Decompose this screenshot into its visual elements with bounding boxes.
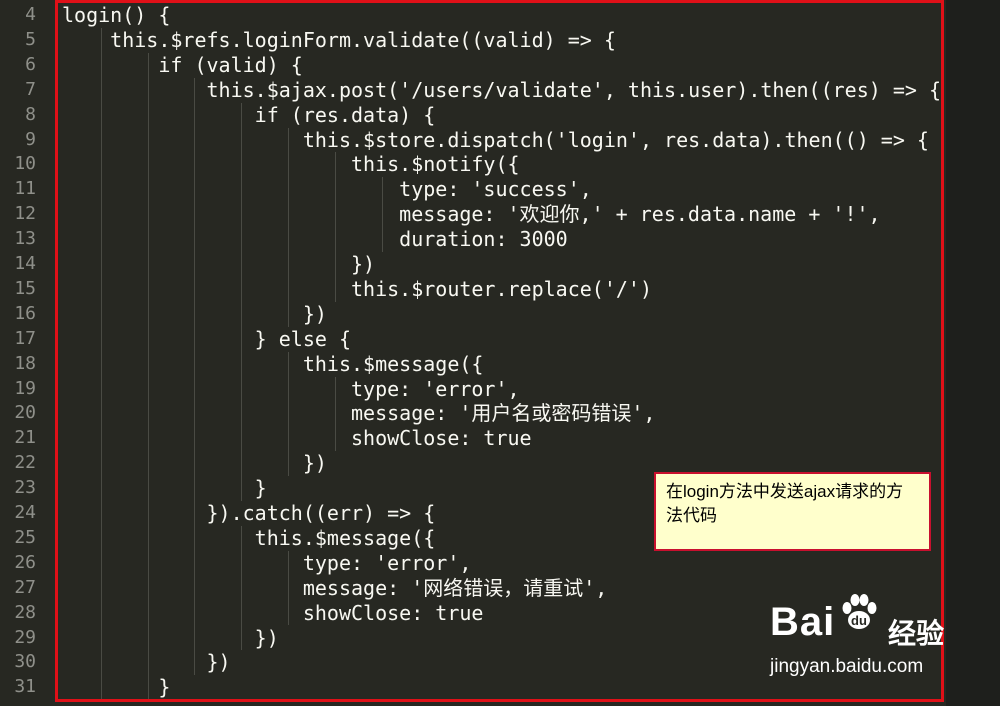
line-number: 5: [25, 28, 36, 50]
line-number: 30: [14, 651, 36, 673]
line-number: 9: [25, 128, 36, 150]
line-number: 25: [14, 526, 36, 548]
baidu-paw-icon: du: [842, 594, 877, 629]
line-number: 27: [14, 576, 36, 598]
code-line[interactable]: if (valid) {: [62, 53, 303, 78]
line-number: 31: [14, 676, 36, 698]
code-line[interactable]: this.$refs.loginForm.validate((valid) =>…: [62, 28, 616, 53]
code-line[interactable]: this.$message({: [62, 352, 484, 377]
line-number: 16: [14, 302, 36, 324]
code-line[interactable]: }).catch((err) => {: [62, 501, 435, 526]
line-number: 24: [14, 502, 36, 523]
line-number: 6: [25, 53, 36, 75]
line-number: 18: [14, 352, 36, 374]
line-number: 26: [14, 551, 36, 573]
code-line[interactable]: message: '网络错误，请重试',: [62, 576, 608, 601]
code-line[interactable]: }: [62, 675, 170, 700]
line-number: 4: [25, 4, 36, 25]
code-line[interactable]: this.$notify({: [62, 152, 520, 177]
code-line[interactable]: type: 'success',: [62, 177, 592, 202]
line-number: 20: [14, 402, 36, 424]
line-number: 28: [14, 601, 36, 623]
code-line[interactable]: message: '用户名或密码错误',: [62, 401, 656, 426]
code-line[interactable]: }): [62, 650, 230, 675]
code-line[interactable]: this.$store.dispatch('login', res.data).…: [62, 128, 929, 153]
code-line[interactable]: this.$ajax.post('/users/validate', this.…: [62, 78, 941, 103]
code-line[interactable]: showClose: true: [62, 601, 484, 626]
line-number: 17: [14, 327, 36, 349]
line-number: 19: [14, 377, 36, 399]
line-number: 22: [14, 452, 36, 474]
line-number: 13: [14, 228, 36, 250]
code-line[interactable]: message: '欢迎你,' + res.data.name + '!',: [62, 202, 880, 227]
code-line[interactable]: }: [62, 476, 267, 501]
code-line[interactable]: login() {: [62, 3, 170, 28]
code-line[interactable]: }): [62, 626, 279, 651]
annotation-text: 在login方法中发送ajax请求的方法代码: [666, 482, 904, 525]
code-line[interactable]: }): [62, 451, 327, 476]
watermark-url: jingyan.baidu.com: [770, 656, 924, 677]
code-line[interactable]: type: 'error',: [62, 551, 472, 576]
svg-text:du: du: [851, 613, 867, 628]
code-line[interactable]: duration: 3000: [62, 227, 568, 252]
line-number: 29: [14, 626, 36, 648]
line-number: 21: [14, 427, 36, 449]
line-number: 7: [25, 78, 36, 100]
editor-scroll-strip[interactable]: [946, 0, 1000, 706]
annotation-callout: 在login方法中发送ajax请求的方法代码: [654, 472, 931, 551]
code-line[interactable]: this.$router.replace('/'): [62, 277, 652, 302]
code-line[interactable]: this.$message({: [62, 526, 436, 551]
code-line[interactable]: if (res.data) {: [62, 103, 436, 128]
line-number: 8: [25, 103, 36, 125]
watermark-logo-text: Bai: [770, 600, 836, 644]
line-number: 15: [14, 277, 36, 299]
line-number: 10: [14, 153, 36, 175]
watermark-logo-jingyan: 经验: [888, 618, 945, 649]
code-line[interactable]: }): [62, 302, 327, 327]
code-line[interactable]: showClose: true: [62, 426, 532, 451]
line-number: 12: [14, 203, 36, 225]
line-number: 23: [14, 477, 36, 499]
baidu-jingyan-watermark: Bai du 经验 jingyan.baidu.com: [770, 594, 950, 690]
line-number: 11: [14, 178, 36, 200]
code-line[interactable]: type: 'error',: [62, 377, 520, 402]
code-line[interactable]: }): [62, 252, 375, 277]
line-number-gutter: 4 5 6 7 8 9 10 11 12 13 14 15 16 17 18 19 20 21 22 23 24 25 26…: [0, 0, 50, 706]
line-number: 14: [14, 253, 36, 274]
code-line[interactable]: } else {: [62, 327, 351, 352]
